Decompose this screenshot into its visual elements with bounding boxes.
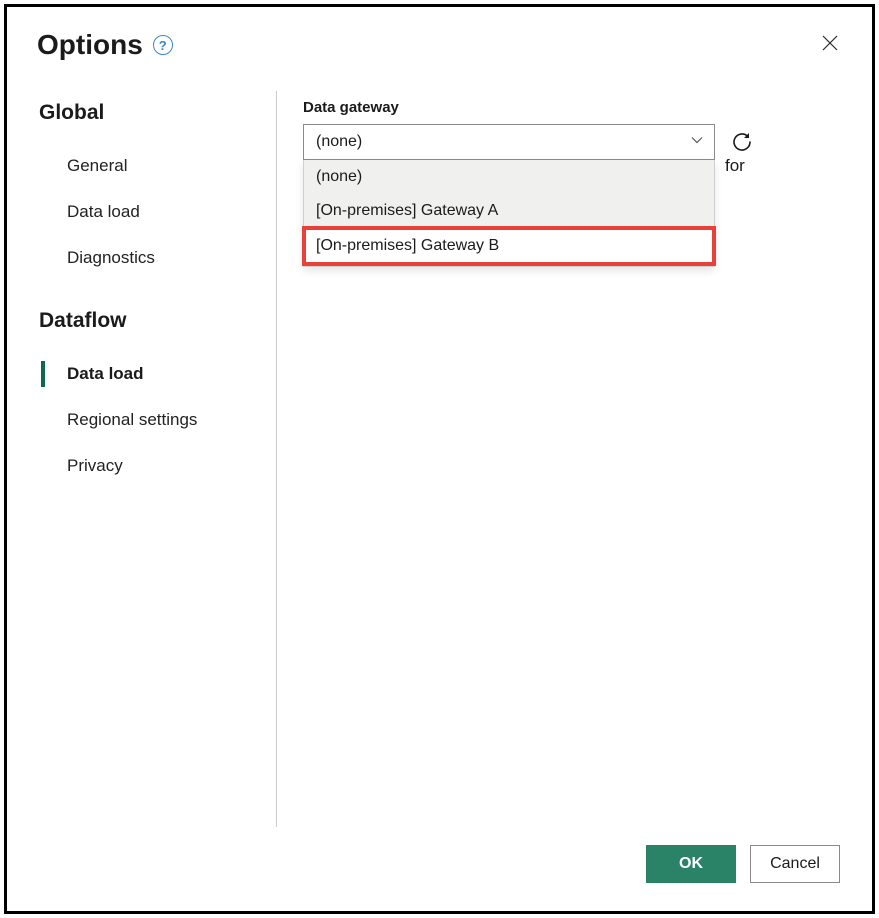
dialog-body: Global General Data load Diagnostics Dat… xyxy=(7,71,872,827)
section-header-dataflow: Dataflow xyxy=(37,309,270,333)
sidebar-item-dataflow-data-load[interactable]: Data load xyxy=(37,351,270,397)
gateway-dropdown: (none) (none) [On-premises] Gateway A [O… xyxy=(303,124,715,160)
close-icon[interactable] xyxy=(818,31,842,59)
help-icon[interactable]: ? xyxy=(153,35,173,55)
gateway-option-gateway-b[interactable]: [On-premises] Gateway B xyxy=(302,226,716,266)
sidebar-item-general[interactable]: General xyxy=(37,143,270,189)
refresh-button[interactable] xyxy=(727,127,757,157)
chevron-down-icon xyxy=(690,133,704,152)
refresh-icon xyxy=(730,130,754,154)
sidebar: Global General Data load Diagnostics Dat… xyxy=(37,91,277,827)
gateway-label: Data gateway xyxy=(303,99,842,116)
sidebar-item-regional-settings[interactable]: Regional settings xyxy=(37,397,270,443)
dialog-header: Options ? xyxy=(7,7,872,71)
section-header-global: Global xyxy=(37,101,270,125)
dialog-footer: OK Cancel xyxy=(7,827,872,911)
ok-button[interactable]: OK xyxy=(646,845,736,883)
gateway-option-gateway-a[interactable]: [On-premises] Gateway A xyxy=(304,194,714,228)
sidebar-item-global-data-load[interactable]: Data load xyxy=(37,189,270,235)
options-dialog: Options ? Global General Data load Diagn… xyxy=(4,4,875,914)
header-left: Options ? xyxy=(37,29,173,61)
gateway-option-none[interactable]: (none) xyxy=(304,160,714,194)
content-pane: Data gateway (none) (none) [On-premises]… xyxy=(277,91,842,827)
gateway-dropdown-control[interactable]: (none) xyxy=(303,124,715,160)
sidebar-item-privacy[interactable]: Privacy xyxy=(37,443,270,489)
cancel-button[interactable]: Cancel xyxy=(750,845,840,883)
gateway-row: (none) (none) [On-premises] Gateway A [O… xyxy=(303,124,842,160)
gateway-dropdown-list: (none) [On-premises] Gateway A [On-premi… xyxy=(303,160,715,267)
gateway-dropdown-value: (none) xyxy=(316,133,362,151)
dialog-title: Options xyxy=(37,29,143,61)
gateway-hint-text: for xyxy=(725,156,745,176)
sidebar-item-diagnostics[interactable]: Diagnostics xyxy=(37,235,270,281)
